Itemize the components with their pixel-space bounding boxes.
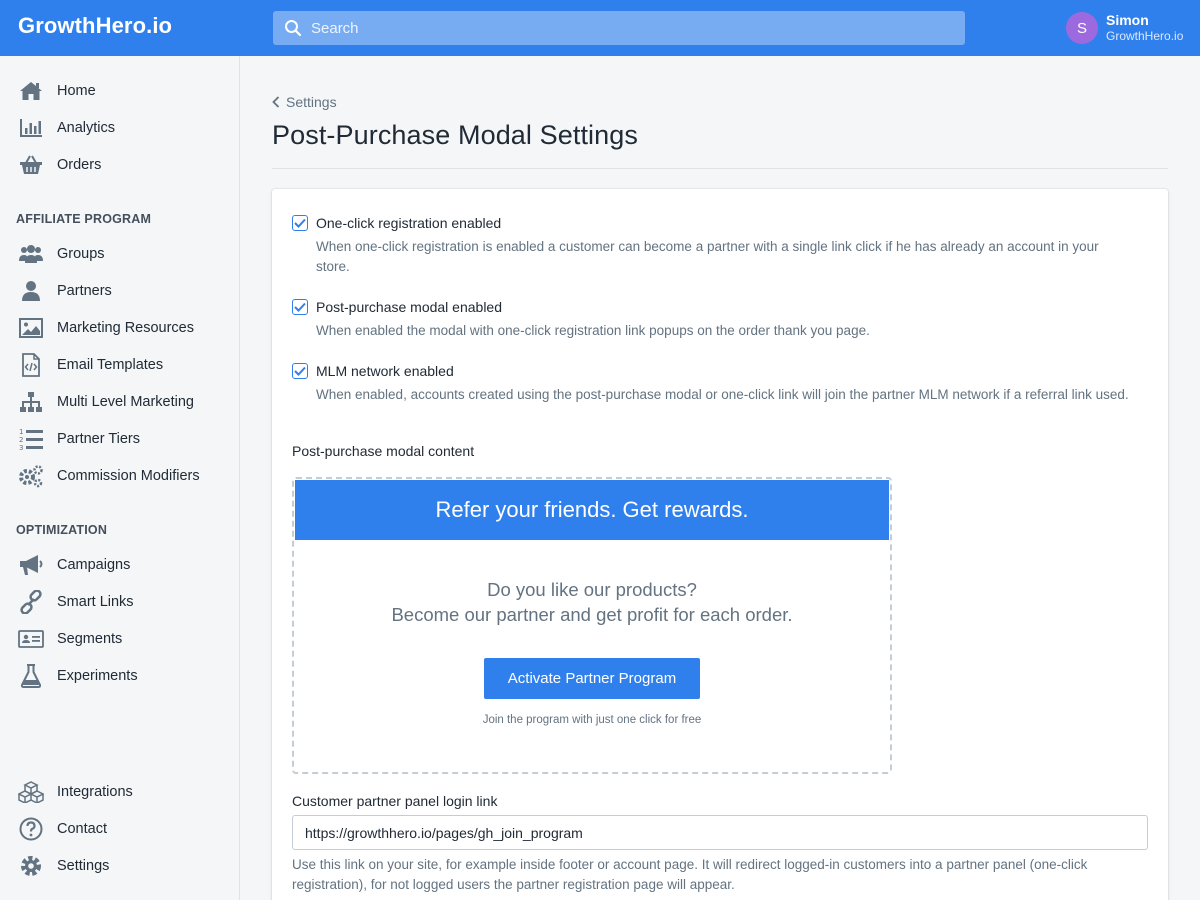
- login-link-input[interactable]: [292, 815, 1148, 850]
- sidebar-item-marketing-resources[interactable]: Marketing Resources: [18, 313, 194, 343]
- user-icon: [18, 278, 44, 304]
- avatar[interactable]: S: [1066, 12, 1098, 44]
- app-logo[interactable]: GrowthHero.io: [18, 13, 172, 39]
- modal-preview-note: Join the program with just one click for…: [482, 714, 702, 726]
- sitemap-icon: [18, 389, 44, 415]
- gear-icon: [18, 853, 44, 879]
- users-icon: [18, 241, 44, 267]
- login-link-label: Customer partner panel login link: [292, 793, 498, 809]
- user-name: Simon: [1106, 12, 1149, 28]
- sidebar-item-segments[interactable]: Segments: [18, 624, 122, 654]
- modal-preview-line2: Become our partner and get profit for ea…: [391, 604, 793, 625]
- option-description: When one-click registration is enabled a…: [316, 239, 1099, 274]
- chevron-left-icon: [272, 96, 280, 108]
- sidebar-item-multi-level-marketing[interactable]: Multi Level Marketing: [18, 387, 194, 417]
- flask-icon: [18, 663, 44, 689]
- sidebar-item-partner-tiers[interactable]: 123 Partner Tiers: [18, 424, 140, 454]
- user-menu[interactable]: S Simon GrowthHero.io: [1066, 12, 1183, 44]
- svg-text:3: 3: [19, 444, 23, 451]
- option-mlm-network: MLM network enabled When enabled, accoun…: [292, 363, 1136, 405]
- top-bar: GrowthHero.io S Simon GrowthHero.io: [0, 0, 1200, 56]
- option-post-purchase-modal: Post-purchase modal enabled When enabled…: [292, 299, 1136, 341]
- sidebar-item-contact[interactable]: Contact: [18, 814, 107, 844]
- megaphone-icon: [18, 552, 44, 578]
- one-click-registration-checkbox[interactable]: [292, 215, 308, 231]
- sidebar-item-groups[interactable]: Groups: [18, 239, 105, 269]
- section-optimization: OPTIMIZATION: [16, 523, 108, 537]
- sidebar-item-partners[interactable]: Partners: [18, 276, 112, 306]
- modal-preview-line1: Do you like our products?: [487, 579, 697, 600]
- breadcrumb[interactable]: Settings: [272, 94, 337, 110]
- page-title: Post-Purchase Modal Settings: [272, 120, 638, 150]
- question-icon: [18, 816, 44, 842]
- svg-text:2: 2: [19, 436, 23, 444]
- settings-card: One-click registration enabled When one-…: [272, 189, 1168, 900]
- svg-text:1: 1: [19, 428, 23, 436]
- home-icon: [18, 78, 44, 104]
- sidebar-item-smart-links[interactable]: Smart Links: [18, 587, 134, 617]
- sidebar-item-orders[interactable]: Orders: [18, 150, 101, 180]
- search-icon: [285, 20, 302, 37]
- check-icon: [294, 218, 306, 228]
- sidebar-item-settings[interactable]: Settings: [18, 851, 109, 881]
- main-content: Settings Post-Purchase Modal Settings On…: [240, 56, 1200, 900]
- id-card-icon: [18, 626, 44, 652]
- option-one-click-registration: One-click registration enabled When one-…: [292, 215, 1136, 277]
- bar-chart-icon: [18, 115, 44, 141]
- sidebar-item-analytics[interactable]: Analytics: [18, 113, 115, 143]
- activate-partner-program-button[interactable]: Activate Partner Program: [484, 658, 700, 699]
- login-link-help: Use this link on your site, for example …: [292, 857, 1088, 892]
- option-title: One-click registration enabled: [316, 215, 502, 231]
- modal-content-label: Post-purchase modal content: [292, 443, 475, 459]
- option-title: Post-purchase modal enabled: [316, 299, 503, 315]
- modal-preview-header: Refer your friends. Get rewards.: [295, 480, 889, 540]
- image-icon: [18, 315, 44, 341]
- section-affiliate-program: AFFILIATE PROGRAM: [16, 212, 152, 226]
- code-file-icon: [18, 352, 44, 378]
- basket-icon: [18, 152, 44, 178]
- sidebar-item-integrations[interactable]: Integrations: [18, 777, 133, 807]
- breadcrumb-settings-link[interactable]: Settings: [286, 94, 337, 110]
- sidebar: Home Analytics Orders AFFILIATE PROGRAM …: [0, 56, 240, 900]
- mlm-network-checkbox[interactable]: [292, 363, 308, 379]
- post-purchase-modal-checkbox[interactable]: [292, 299, 308, 315]
- title-divider: [272, 168, 1168, 169]
- user-org: GrowthHero.io: [1106, 29, 1184, 43]
- link-icon: [18, 589, 44, 615]
- sidebar-item-campaigns[interactable]: Campaigns: [18, 550, 130, 580]
- option-description: When enabled the modal with one-click re…: [316, 323, 870, 338]
- option-description: When enabled, accounts created using the…: [316, 387, 1129, 402]
- sidebar-item-home[interactable]: Home: [18, 76, 96, 106]
- search-input[interactable]: [311, 19, 911, 37]
- gears-icon: [18, 463, 44, 489]
- cubes-icon: [18, 779, 44, 805]
- option-title: MLM network enabled: [316, 363, 454, 379]
- modal-content-editor[interactable]: Refer your friends. Get rewards. Do you …: [292, 477, 892, 774]
- check-icon: [294, 366, 306, 376]
- numbered-list-icon: 123: [18, 426, 44, 452]
- check-icon: [294, 302, 306, 312]
- sidebar-item-experiments[interactable]: Experiments: [18, 661, 138, 691]
- sidebar-item-commission-modifiers[interactable]: Commission Modifiers: [18, 461, 200, 491]
- sidebar-item-email-templates[interactable]: Email Templates: [18, 350, 163, 380]
- search-box[interactable]: [273, 11, 965, 45]
